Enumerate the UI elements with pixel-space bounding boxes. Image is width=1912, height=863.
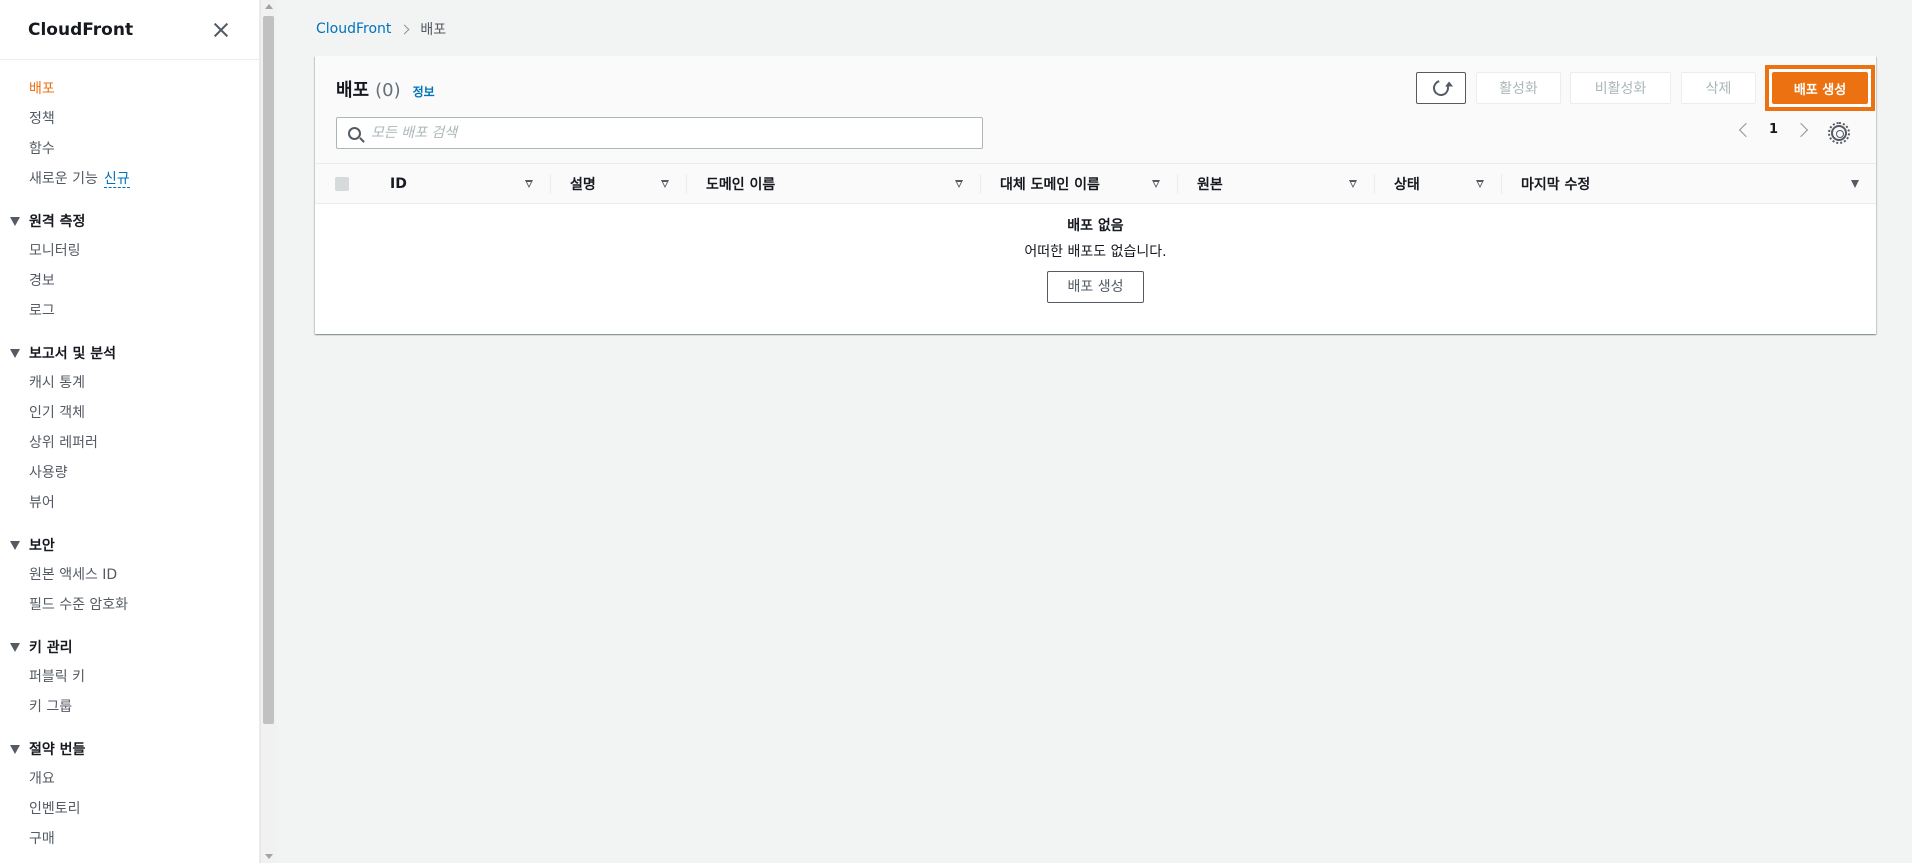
panel-header: 배포 (0) 정보 활성화 비활성화 삭제 배포 생성 1 <box>315 56 1876 164</box>
activate-button[interactable]: 활성화 <box>1476 72 1561 104</box>
page-title: 배포 <box>336 80 370 101</box>
sidebar-item-distributions[interactable]: 배포 <box>0 74 259 104</box>
panel-title-row: 배포 (0) 정보 <box>336 76 435 102</box>
sidebar-section-security[interactable]: 보안 <box>0 530 259 560</box>
sidebar-section-label: 키 관리 <box>29 640 73 656</box>
search-input[interactable] <box>371 125 951 141</box>
sidebar-item-popular-objects[interactable]: 인기 객체 <box>0 398 259 428</box>
deactivate-button[interactable]: 비활성화 <box>1570 72 1671 104</box>
create-distribution-focus-ring: 배포 생성 <box>1765 65 1875 111</box>
scroll-down-icon[interactable] <box>265 854 273 859</box>
scrollbar-thumb[interactable] <box>263 16 274 724</box>
breadcrumb-current: 배포 <box>420 22 447 38</box>
sort-icon[interactable] <box>1152 180 1160 188</box>
sort-icon[interactable] <box>955 180 963 188</box>
sidebar-item-origin-access-id[interactable]: 원본 액세스 ID <box>0 560 259 590</box>
select-all-checkbox[interactable] <box>335 177 349 191</box>
sidebar-item-viewers[interactable]: 뷰어 <box>0 488 259 518</box>
caret-down-icon <box>10 216 20 226</box>
sidebar-item-purchase[interactable]: 구매 <box>0 824 259 854</box>
column-divider[interactable] <box>1374 174 1375 194</box>
breadcrumb-cloudfront-link[interactable]: CloudFront <box>316 21 391 37</box>
column-header-alternate-domain[interactable]: 대체 도메인 이름 <box>1000 164 1100 204</box>
distributions-panel: 배포 (0) 정보 활성화 비활성화 삭제 배포 생성 1 <box>315 56 1876 334</box>
breadcrumb: CloudFront 배포 <box>316 19 446 39</box>
sidebar-section-reports[interactable]: 보고서 및 분석 <box>0 338 259 368</box>
empty-state: 배포 없음 어떠한 배포도 없습니다. 배포 생성 <box>315 216 1876 303</box>
refresh-button[interactable] <box>1416 72 1466 104</box>
sidebar-item-field-level-encryption[interactable]: 필드 수준 암호화 <box>0 590 259 620</box>
sort-icon[interactable] <box>525 180 533 188</box>
sidebar-section-telemetry[interactable]: 원격 측정 <box>0 206 259 236</box>
sidebar-item-key-groups[interactable]: 키 그룹 <box>0 692 259 722</box>
column-header-origin[interactable]: 원본 <box>1197 164 1223 204</box>
refresh-icon <box>1430 77 1452 99</box>
sort-icon[interactable] <box>661 180 669 188</box>
column-header-status[interactable]: 상태 <box>1394 164 1420 204</box>
column-divider[interactable] <box>1177 174 1178 194</box>
search-box <box>336 117 983 149</box>
sidebar-section-label: 절약 번들 <box>29 742 86 758</box>
sidebar-section-key-management[interactable]: 키 관리 <box>0 632 259 662</box>
close-icon[interactable] <box>211 20 231 40</box>
sidebar-section-label: 보안 <box>29 538 55 554</box>
pagination: 1 <box>1735 122 1812 137</box>
sidebar-section-savings-bundle[interactable]: 절약 번들 <box>0 734 259 764</box>
chevron-right-icon <box>399 24 410 34</box>
page-number[interactable]: 1 <box>1769 122 1778 137</box>
table-header: ID 설명 도메인 이름 대체 도메인 이름 원본 상태 마지막 수정 <box>315 164 1876 204</box>
sidebar-title[interactable]: CloudFront <box>28 20 133 40</box>
new-badge: 신규 <box>103 171 130 188</box>
sidebar-item-inventory[interactable]: 인벤토리 <box>0 794 259 824</box>
next-page-icon[interactable] <box>1793 122 1809 137</box>
gear-icon[interactable] <box>1828 122 1850 144</box>
sidebar-item-alarms[interactable]: 경보 <box>0 266 259 296</box>
sidebar-item-logs[interactable]: 로그 <box>0 296 259 326</box>
sidebar-header: CloudFront <box>0 0 259 60</box>
sidebar-nav: 배포 정책 함수 새로운 기능 신규 원격 측정 모니터링 경보 로그 보고서 및… <box>0 60 259 854</box>
sidebar-section-label: 원격 측정 <box>29 214 86 230</box>
sidebar-item-functions[interactable]: 함수 <box>0 134 259 164</box>
column-header-last-modified[interactable]: 마지막 수정 <box>1521 164 1590 204</box>
empty-state-description: 어떠한 배포도 없습니다. <box>1024 244 1167 260</box>
column-divider[interactable] <box>686 174 687 194</box>
caret-down-icon <box>10 744 20 754</box>
caret-down-icon <box>10 540 20 550</box>
sidebar-item-public-keys[interactable]: 퍼블릭 키 <box>0 662 259 692</box>
sidebar-item-monitoring[interactable]: 모니터링 <box>0 236 259 266</box>
caret-down-icon <box>10 348 20 358</box>
previous-page-icon[interactable] <box>1738 122 1754 137</box>
caret-down-icon <box>10 642 20 652</box>
sort-descending-icon[interactable] <box>1851 180 1859 188</box>
sidebar-item-policies[interactable]: 정책 <box>0 104 259 134</box>
sidebar-section-label: 보고서 및 분석 <box>29 346 117 362</box>
sidebar-item-overview[interactable]: 개요 <box>0 764 259 794</box>
scroll-up-icon[interactable] <box>265 4 273 9</box>
sort-icon[interactable] <box>1349 180 1357 188</box>
column-header-description[interactable]: 설명 <box>570 164 596 204</box>
delete-button[interactable]: 삭제 <box>1681 72 1756 104</box>
empty-state-title: 배포 없음 <box>1067 218 1124 234</box>
sidebar-item-usage[interactable]: 사용량 <box>0 458 259 488</box>
empty-create-distribution-button[interactable]: 배포 생성 <box>1046 271 1145 303</box>
sidebar-scrollbar[interactable] <box>260 0 276 863</box>
column-header-domain-name[interactable]: 도메인 이름 <box>706 164 775 204</box>
sort-icon[interactable] <box>1476 180 1484 188</box>
create-distribution-button[interactable]: 배포 생성 <box>1772 72 1868 104</box>
distribution-count: (0) <box>375 80 401 101</box>
sidebar-item-label: 새로운 기능 <box>29 171 98 187</box>
column-divider[interactable] <box>550 174 551 194</box>
column-divider[interactable] <box>980 174 981 194</box>
sidebar-item-top-referrers[interactable]: 상위 레퍼러 <box>0 428 259 458</box>
sidebar-item-cache-stats[interactable]: 캐시 통계 <box>0 368 259 398</box>
column-divider[interactable] <box>1501 174 1502 194</box>
main-content: CloudFront 배포 배포 (0) 정보 활성화 비활성화 삭제 배포 생… <box>276 0 1912 863</box>
sidebar-item-whats-new[interactable]: 새로운 기능 신규 <box>0 164 259 194</box>
info-link[interactable]: 정보 <box>413 83 435 100</box>
column-header-id[interactable]: ID <box>390 164 407 204</box>
side-navigation: CloudFront 배포 정책 함수 새로운 기능 신규 원격 측정 모니터링 … <box>0 0 260 863</box>
search-icon <box>348 126 361 140</box>
